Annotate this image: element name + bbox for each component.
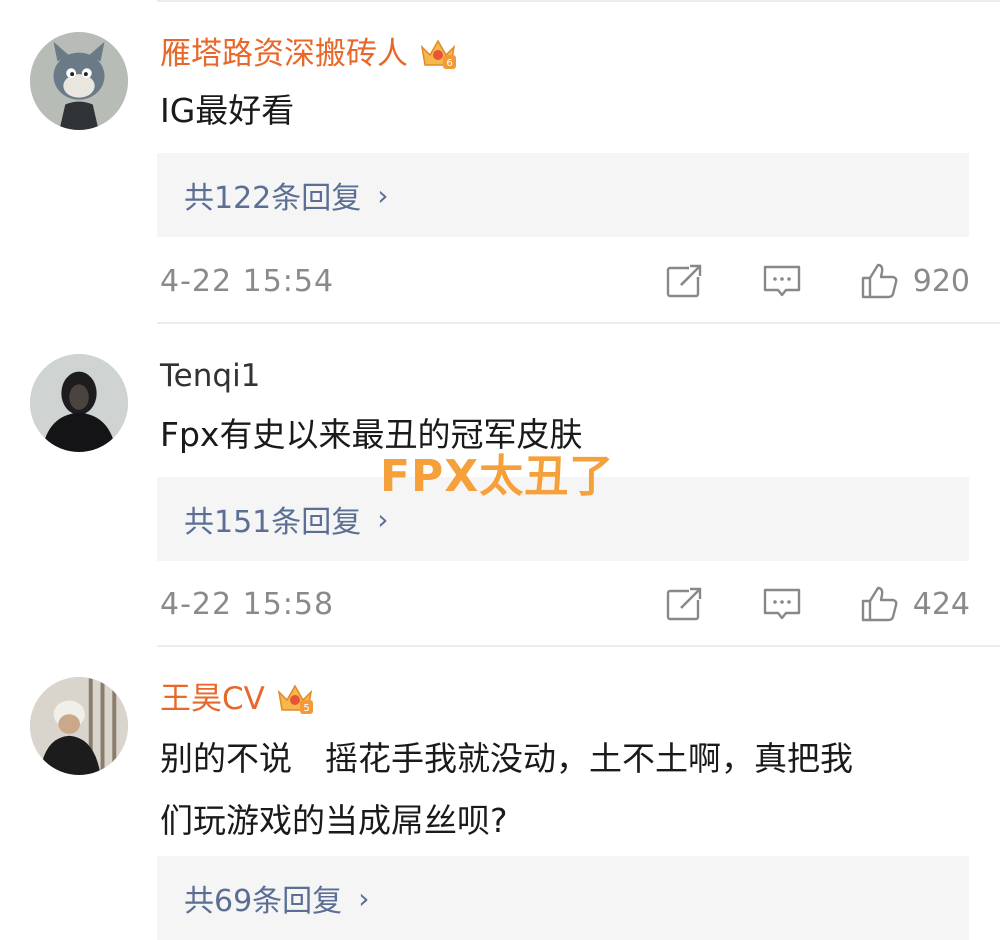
username[interactable]: 雁塔路资深搬砖人 6 (160, 34, 458, 74)
reply-count-button[interactable]: 共69条回复 › (157, 856, 969, 940)
username-text[interactable]: Tenqi1 (160, 356, 260, 396)
avatar[interactable] (30, 32, 128, 130)
username-text[interactable]: 雁塔路资深搬砖人 (160, 34, 408, 74)
comment-divider (157, 322, 1000, 324)
comment-icon[interactable] (761, 584, 803, 624)
timestamp: 4-22 15:58 (160, 586, 335, 622)
reply-count-label: 共151条回复 (184, 505, 362, 540)
reply-count-button[interactable]: 共122条回复 › (157, 153, 969, 237)
reply-count-label: 共122条回复 (184, 181, 362, 216)
comment-meta: 4-22 15:54 920 (160, 259, 970, 303)
avatar[interactable] (30, 677, 128, 775)
action-bar: 424 (663, 584, 970, 624)
chevron-right-icon: › (358, 881, 370, 915)
username[interactable]: Tenqi1 (160, 356, 260, 396)
vip-crown-icon: 5 (275, 680, 315, 718)
overlay-caption: FPX太丑了 (380, 451, 615, 502)
like-count: 920 (912, 263, 970, 299)
comment-text: IG最好看 (160, 91, 295, 130)
top-divider (157, 0, 1000, 2)
comment-icon[interactable] (761, 261, 803, 301)
like-button[interactable]: 424 (859, 584, 970, 624)
like-button[interactable]: 920 (859, 261, 970, 301)
share-icon[interactable] (663, 261, 705, 301)
chevron-right-icon: › (377, 502, 389, 536)
share-icon[interactable] (663, 584, 705, 624)
svg-text:6: 6 (446, 58, 452, 69)
comment-text: 别的不说 摇花手我就没动，土不土啊，真把我 们玩游戏的当成屌丝呗? (160, 734, 960, 846)
thumbs-up-icon (859, 584, 901, 624)
username-text[interactable]: 王昊CV (160, 679, 265, 719)
comment-divider (157, 645, 1000, 647)
svg-text:5: 5 (303, 703, 309, 714)
timestamp: 4-22 15:54 (160, 263, 335, 299)
action-bar: 920 (663, 261, 970, 301)
comment-text-line: 们玩游戏的当成屌丝呗? (160, 801, 508, 840)
username[interactable]: 王昊CV 5 (160, 679, 315, 719)
avatar[interactable] (30, 354, 128, 452)
thumbs-up-icon (859, 261, 901, 301)
vip-crown-icon: 6 (418, 35, 458, 73)
like-count: 424 (912, 586, 970, 622)
comment-meta: 4-22 15:58 424 (160, 582, 970, 626)
chevron-right-icon: › (377, 178, 389, 212)
reply-count-label: 共69条回复 (184, 884, 343, 919)
comment-text-line: 别的不说 摇花手我就没动，土不土啊，真把我 (160, 739, 853, 778)
